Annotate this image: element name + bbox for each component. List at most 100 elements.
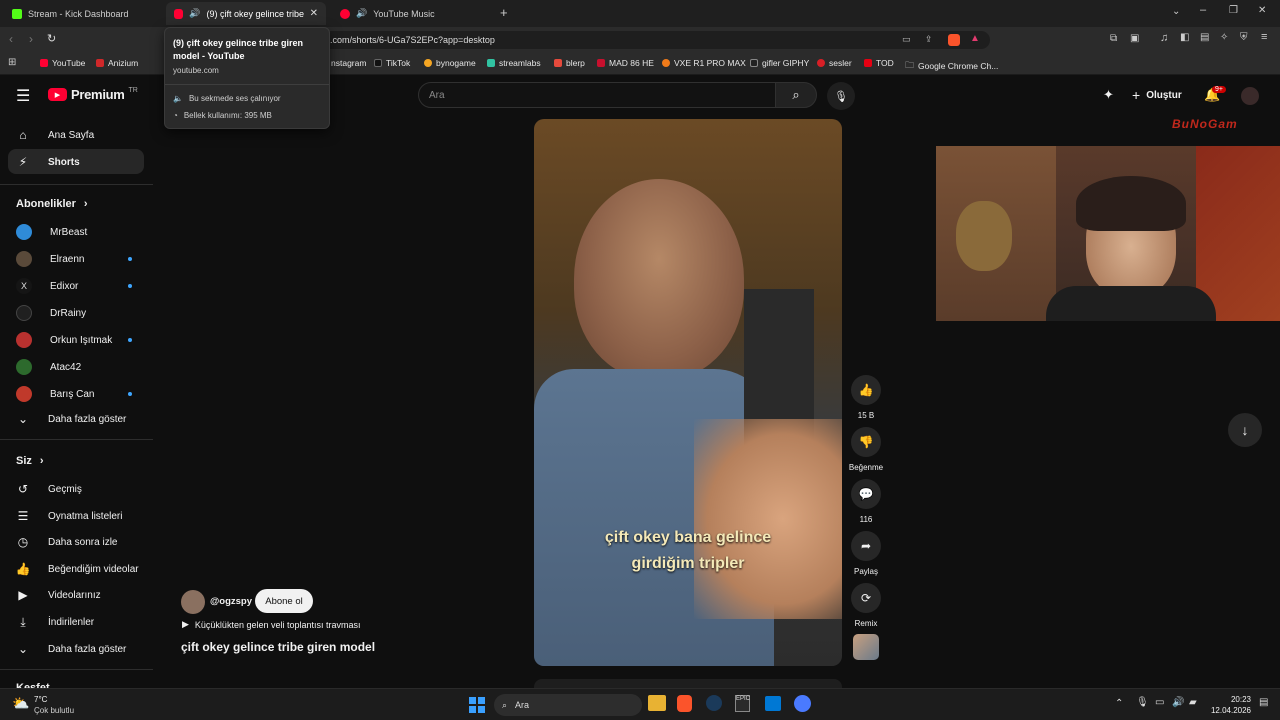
- brave-shields-icon[interactable]: [948, 34, 960, 46]
- wallet-icon-2[interactable]: ▤: [1200, 32, 1209, 43]
- close-tab-icon[interactable]: ✕: [310, 8, 318, 19]
- bookmark-blerp[interactable]: blerp: [554, 58, 585, 68]
- bookmark-tiktok[interactable]: TikTok: [374, 58, 410, 68]
- bookmark-giphy[interactable]: gifler GIPHY: [750, 58, 809, 68]
- menu-icon[interactable]: ≡: [1261, 31, 1267, 43]
- taskbar-search[interactable]: ⌕ Ara: [494, 694, 642, 716]
- youtube-logo[interactable]: ▶ Premium TR: [48, 87, 138, 102]
- channel-handle[interactable]: @ogzspy: [210, 596, 252, 607]
- minimize-button[interactable]: –: [1200, 4, 1206, 16]
- sidebar-item-playlists[interactable]: ☰ Oynatma listeleri: [16, 509, 123, 523]
- media-icon[interactable]: ♫: [1160, 32, 1168, 44]
- share-button[interactable]: ➦ Paylaş: [850, 531, 882, 576]
- bookmark-anizium[interactable]: Anizium: [96, 58, 138, 68]
- maximize-button[interactable]: ❐: [1229, 5, 1238, 16]
- sidebar-sub-atac42[interactable]: Atac42: [16, 359, 81, 375]
- bookmark-instagram[interactable]: nstagram: [331, 58, 366, 68]
- dislike-button[interactable]: 👎 Beğenme: [846, 427, 886, 472]
- search-button[interactable]: ⌕: [775, 82, 817, 108]
- bookmark-youtube[interactable]: YouTube: [40, 58, 85, 68]
- tab-youtube-music[interactable]: 🔊 YouTube Music: [332, 2, 492, 25]
- thumbs-up-icon: 👍: [851, 375, 881, 405]
- bookmark-vxe[interactable]: VXE R1 PRO MAX: [662, 58, 746, 68]
- voice-search-button[interactable]: 🎙: [827, 82, 855, 110]
- apps-grid-icon[interactable]: ⊞: [8, 57, 16, 68]
- clock[interactable]: 20:23 12.04.2026: [1209, 694, 1251, 716]
- subscribe-button[interactable]: Abone ol: [255, 589, 313, 613]
- sidebar-item-your-videos[interactable]: ▶ Videolarınız: [16, 588, 100, 602]
- forward-icon[interactable]: ›: [29, 32, 33, 46]
- channel-avatar[interactable]: [181, 590, 205, 614]
- sidebar-sub-drrainy[interactable]: DrRainy: [16, 305, 86, 321]
- settings-app-icon[interactable]: [794, 695, 811, 712]
- playlist-link[interactable]: ▶ Küçüklükten gelen veli toplantısı trav…: [182, 619, 361, 630]
- brave-browser-icon[interactable]: [677, 695, 692, 712]
- bookmark-folder-chrome[interactable]: 🗀 Google Chrome Ch...: [905, 58, 998, 74]
- sidebar-sub-edixor[interactable]: X Edixor: [16, 278, 78, 294]
- sidebar-sub-baris-can[interactable]: Barış Can: [16, 386, 94, 402]
- close-window-button[interactable]: ✕: [1258, 5, 1266, 16]
- vpn-icon[interactable]: ⛨: [1240, 32, 1248, 43]
- you-header[interactable]: Siz ›: [16, 455, 44, 467]
- weather-icon[interactable]: ⛅: [12, 695, 29, 712]
- subscriptions-header[interactable]: Abonelikler ›: [16, 198, 88, 210]
- wallet-icon[interactable]: ▣: [1130, 33, 1139, 44]
- sidebar-item-liked-videos[interactable]: 👍 Beğendiğim videolar: [16, 562, 139, 576]
- sidebar-item-home[interactable]: ⌂ Ana Sayfa: [16, 128, 94, 142]
- hamburger-menu-icon[interactable]: ☰: [16, 86, 30, 106]
- sidebar-show-more-you[interactable]: ⌄ Daha fazla göster: [16, 642, 126, 656]
- microphone-tray-icon[interactable]: 🎙: [1136, 697, 1149, 708]
- extensions-icon[interactable]: ⧉: [1110, 33, 1117, 44]
- file-explorer-icon[interactable]: [648, 695, 666, 711]
- weather-widget[interactable]: 7°C Çok bulutlu: [34, 694, 74, 716]
- url-field[interactable]: .com/shorts/6-UGa7S2EPc?app=desktop ▭ ⇪ …: [320, 31, 990, 49]
- sidebar-show-more-subs[interactable]: ⌄ Daha fazla göster: [16, 412, 126, 426]
- search-input[interactable]: Ara: [418, 82, 776, 108]
- windows-start-icon[interactable]: [469, 697, 485, 713]
- account-avatar[interactable]: [1241, 87, 1259, 105]
- steam-icon[interactable]: [706, 695, 722, 711]
- notification-center-icon[interactable]: ▤: [1259, 697, 1268, 708]
- avatar: [16, 305, 32, 321]
- next-video-button[interactable]: ↓: [1228, 413, 1262, 447]
- remix-button[interactable]: ⟳ Remix: [850, 583, 882, 628]
- reload-icon[interactable]: ↻: [47, 32, 56, 45]
- bookmark-mad86he[interactable]: MAD 86 HE: [597, 58, 654, 68]
- share-page-icon[interactable]: ⇪: [925, 34, 933, 45]
- create-button[interactable]: + Oluştur: [1132, 87, 1182, 103]
- shorts-video-player[interactable]: çift okey bana gelince girdiğim tripler: [534, 119, 842, 666]
- bookmark-tod[interactable]: TOD: [864, 58, 894, 68]
- bookmark-bynogame[interactable]: bynogame: [424, 58, 476, 68]
- sidebar-icon[interactable]: ◧: [1180, 32, 1189, 43]
- tray-chevron-up-icon[interactable]: ⌃: [1115, 698, 1123, 709]
- audio-source-thumbnail[interactable]: [853, 634, 879, 660]
- bookmark-streamlabs[interactable]: streamlabs: [487, 58, 541, 68]
- tab-kick[interactable]: Stream - Kick Dashboard: [4, 2, 164, 25]
- brave-rewards-icon[interactable]: ▲: [970, 33, 980, 44]
- comments-button[interactable]: 💬 116: [850, 479, 882, 524]
- sidebar-item-history[interactable]: ↺ Geçmiş: [16, 482, 82, 496]
- sidebar-sub-mrbeast[interactable]: MrBeast: [16, 224, 87, 240]
- volume-icon[interactable]: 🔊: [1172, 697, 1184, 708]
- bookmark-sesler[interactable]: sesler: [817, 58, 852, 68]
- clock-icon: ◷: [17, 535, 29, 549]
- battery-icon[interactable]: ▰: [1189, 697, 1197, 708]
- sidebar-item-downloads[interactable]: ⤓ İndirilenler: [16, 615, 94, 629]
- gift-icon[interactable]: ✦: [1103, 87, 1114, 103]
- sidebar-sub-elraenn[interactable]: Elraenn: [16, 251, 84, 267]
- epic-games-icon[interactable]: EPIC: [735, 695, 750, 712]
- cast-icon[interactable]: ▭: [902, 34, 911, 45]
- leo-ai-icon[interactable]: ✧: [1220, 32, 1228, 43]
- new-tab-button[interactable]: +: [500, 5, 508, 20]
- sidebar-item-shorts[interactable]: ⚡ Shorts: [16, 155, 80, 169]
- sidebar-item-watch-later[interactable]: ◷ Daha sonra izle: [16, 535, 118, 549]
- share-icon: ➦: [851, 531, 881, 561]
- microsoft-store-icon[interactable]: [765, 696, 781, 711]
- sidebar-sub-orkun[interactable]: Orkun Işıtmak: [16, 332, 112, 348]
- tab-youtube-shorts[interactable]: 🔊 (9) çift okey gelince tribe giren ✕: [166, 2, 326, 25]
- tab-list-icon[interactable]: ⌄: [1172, 6, 1180, 17]
- back-icon[interactable]: ‹: [9, 32, 13, 46]
- network-icon[interactable]: ▭: [1155, 697, 1164, 708]
- like-button[interactable]: 👍 15 B: [850, 375, 882, 420]
- thumbs-down-icon: 👎: [851, 427, 881, 457]
